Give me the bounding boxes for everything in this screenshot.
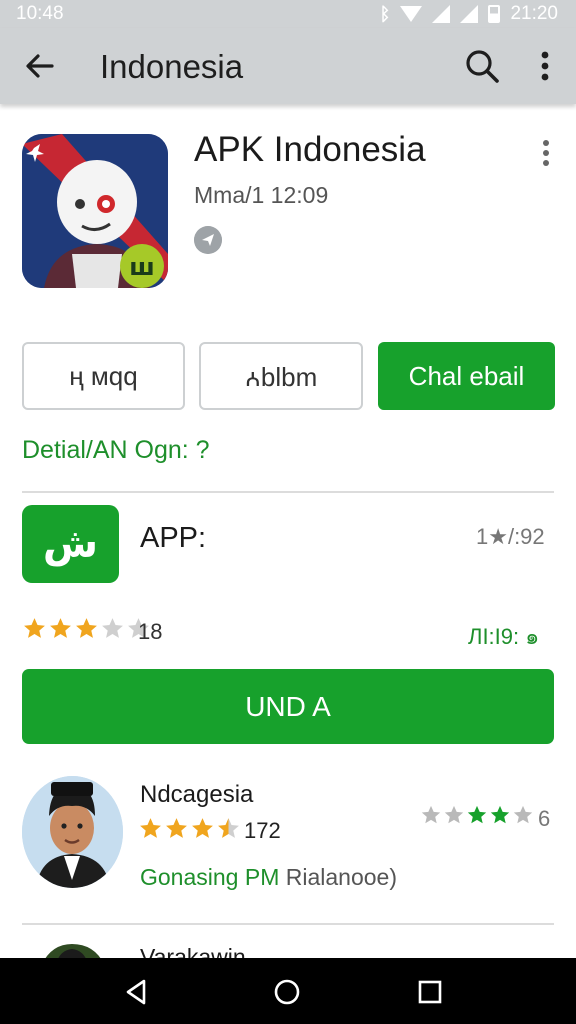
row-app-meta: 1★/:92 bbox=[476, 524, 545, 549]
nav-back-icon[interactable] bbox=[120, 976, 152, 1008]
status-time: 10:48 bbox=[16, 3, 64, 24]
row-green-meta: ЛI:I9: ๑ bbox=[468, 624, 540, 649]
divider bbox=[22, 491, 554, 493]
navigation-bar bbox=[0, 958, 576, 1024]
side-star-icon bbox=[513, 805, 533, 824]
review-caption: Gonasing PM Rialanooe) bbox=[140, 864, 397, 891]
review-count: 172 bbox=[244, 818, 281, 843]
row-app-icon[interactable]: ش bbox=[22, 505, 119, 583]
star-icon bbox=[24, 618, 45, 638]
avatar bbox=[22, 776, 123, 888]
reviewer-name: Ndcagesia bbox=[140, 781, 254, 808]
star-icon bbox=[140, 818, 161, 838]
side-star-icon bbox=[444, 805, 464, 824]
status-icons: ᛒ 21:20 bbox=[380, 3, 558, 25]
search-icon[interactable] bbox=[462, 46, 502, 86]
row-rating-stars bbox=[22, 616, 151, 641]
review-rating-stars bbox=[138, 816, 241, 841]
svg-text:ш: ш bbox=[129, 253, 155, 281]
star-icon bbox=[102, 618, 123, 638]
page-title: Indonesia bbox=[100, 48, 244, 85]
primary-action-button[interactable]: Chal ebail bbox=[378, 342, 555, 410]
status-right-time: 21:20 bbox=[510, 3, 558, 24]
details-link[interactable]: Detial/AN Ogn: ? bbox=[22, 436, 210, 465]
send-icon bbox=[194, 226, 222, 254]
app-bar: Indonesia bbox=[0, 28, 576, 104]
side-star-icon bbox=[421, 805, 441, 824]
signal-icon bbox=[432, 5, 451, 23]
main-action-button[interactable]: UND A bbox=[22, 669, 554, 744]
nav-recents-icon[interactable] bbox=[414, 976, 446, 1008]
review-caption-green: Gonasing PM bbox=[140, 864, 280, 890]
app-icon-artwork: ш bbox=[22, 134, 168, 288]
battery-icon bbox=[488, 5, 501, 23]
app-icon[interactable]: ш bbox=[22, 134, 168, 288]
back-arrow-icon[interactable] bbox=[22, 48, 58, 84]
app-subtitle: Mma/1 12:09 bbox=[194, 182, 329, 208]
row-app-title: APP: bbox=[140, 522, 207, 554]
avatar-image bbox=[22, 776, 123, 888]
side-star-icon bbox=[490, 805, 510, 824]
app-options-icon[interactable] bbox=[536, 138, 556, 168]
star-icon bbox=[192, 818, 213, 838]
bluetooth-icon: ᛒ bbox=[379, 3, 391, 24]
action-button-left[interactable]: ң мqq bbox=[22, 342, 185, 410]
overflow-menu-icon[interactable] bbox=[530, 46, 560, 86]
review-caption-gray: Rialanooe) bbox=[285, 864, 397, 890]
next-reviewer-name: Varakawin bbox=[140, 944, 246, 958]
star-icon bbox=[218, 818, 239, 838]
nav-home-icon[interactable] bbox=[271, 976, 303, 1008]
review-side-count: 6 bbox=[538, 806, 551, 831]
action-button-middle[interactable]: ꭅblbm bbox=[199, 342, 363, 410]
row-rating-count: 18 bbox=[138, 619, 163, 644]
star-icon bbox=[166, 818, 187, 838]
wifi-icon bbox=[400, 6, 423, 22]
review-side-stars bbox=[420, 804, 534, 826]
star-icon bbox=[50, 618, 71, 638]
signal-icon-2 bbox=[460, 5, 479, 23]
status-bar: 10:48 ᛒ 21:20 bbox=[0, 0, 576, 28]
side-star-icon bbox=[467, 805, 487, 824]
divider-2 bbox=[22, 923, 554, 925]
app-name: APK Indonesia bbox=[194, 130, 426, 169]
star-icon bbox=[76, 618, 97, 638]
